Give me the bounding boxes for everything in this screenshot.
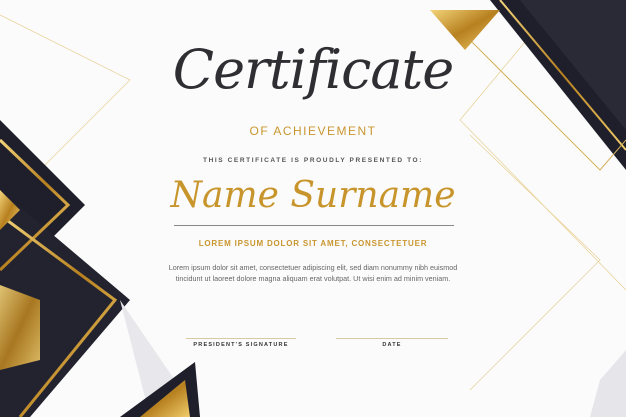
recipient-name: Name Surname: [170, 175, 456, 216]
date-label: DATE: [382, 342, 402, 348]
signature-label: PRESIDENT'S SIGNATURE: [193, 342, 289, 348]
body-text: Lorem ipsum dolor sit amet, consectetuer…: [168, 263, 458, 283]
presented-to-label: THIS CERTIFICATE IS PROUDLY PRESENTED TO…: [203, 157, 423, 164]
name-underline: [174, 225, 454, 226]
headline: LOREM IPSUM DOLOR SIT AMET, CONSECTETUER: [198, 239, 428, 248]
certificate-title: Certificate: [172, 38, 454, 101]
date-line: [336, 338, 448, 339]
certificate-subtitle: OF ACHIEVEMENT: [249, 124, 377, 138]
signature-line: [186, 338, 296, 339]
